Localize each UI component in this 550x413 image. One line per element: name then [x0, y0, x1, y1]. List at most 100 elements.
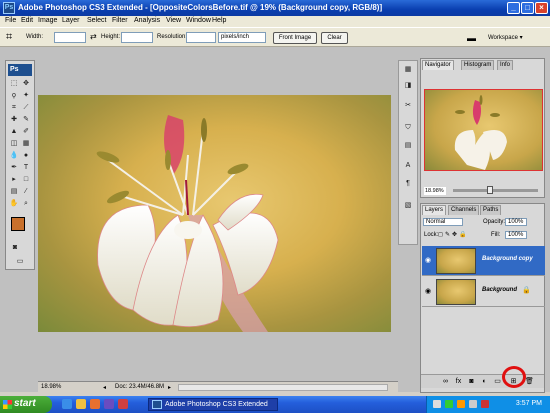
- pen-icon[interactable]: ✒: [9, 163, 19, 173]
- tab-navigator[interactable]: Navigator: [422, 60, 454, 70]
- history-brush-icon[interactable]: ✐: [21, 127, 31, 137]
- gradient-icon[interactable]: ▦: [21, 139, 31, 149]
- stamp-icon[interactable]: ▲: [9, 127, 19, 137]
- layer-row-background[interactable]: ◉ Background 🔒: [422, 277, 545, 307]
- zoom-slider-handle[interactable]: [487, 186, 493, 194]
- tray-security-icon[interactable]: [445, 400, 453, 408]
- navigator-thumbnail[interactable]: [424, 89, 543, 171]
- trash-icon[interactable]: 🗑: [525, 378, 534, 386]
- palette-layercomps-icon[interactable]: ▧: [403, 201, 413, 211]
- palette-brush-icon[interactable]: ▦: [403, 65, 413, 75]
- quick-mask-icon[interactable]: ◙: [10, 243, 20, 253]
- resolution-unit-select[interactable]: pixels/inch: [218, 32, 266, 43]
- fx-icon[interactable]: fx: [454, 378, 463, 386]
- magic-wand-icon[interactable]: ✦: [21, 91, 31, 101]
- tray-update-icon[interactable]: [457, 400, 465, 408]
- lock-icons[interactable]: ◻✎✥🔒: [438, 231, 469, 238]
- height-input[interactable]: [121, 32, 153, 43]
- front-image-button[interactable]: Front Image: [273, 32, 317, 44]
- blend-mode-select[interactable]: Normal: [423, 218, 463, 226]
- hand-icon[interactable]: ✋: [9, 199, 19, 209]
- workspace-icon[interactable]: ▬: [467, 33, 476, 43]
- slice-icon[interactable]: ⟋: [21, 103, 31, 113]
- zoom-icon[interactable]: ⌕: [21, 199, 31, 209]
- maximize-icon[interactable]: □: [521, 2, 534, 14]
- opacity-input[interactable]: 100%: [505, 218, 527, 226]
- tray-network-icon[interactable]: [433, 400, 441, 408]
- menu-help[interactable]: Help: [212, 17, 226, 24]
- healing-brush-icon[interactable]: ✚: [9, 115, 19, 125]
- crop-tool-icon[interactable]: ⌗: [6, 31, 12, 44]
- tab-layers[interactable]: Layers: [422, 205, 447, 215]
- start-button[interactable]: start: [0, 396, 52, 413]
- width-input[interactable]: [54, 32, 86, 43]
- close-icon[interactable]: ×: [535, 2, 548, 14]
- eraser-icon[interactable]: ◫: [9, 139, 19, 149]
- quicklaunch-media-icon[interactable]: [90, 399, 100, 409]
- navigator-zoom-slider[interactable]: [453, 186, 538, 194]
- screen-mode-icon[interactable]: ▭: [12, 257, 28, 267]
- tray-volume-icon[interactable]: [469, 400, 477, 408]
- visibility-eye-icon[interactable]: ◉: [425, 257, 433, 265]
- folder-icon[interactable]: ▭: [493, 378, 502, 386]
- tray-app-icon[interactable]: [481, 400, 489, 408]
- quicklaunch-folder-icon[interactable]: [76, 399, 86, 409]
- zoom-level[interactable]: 18.98%: [41, 384, 61, 390]
- marquee-tool-icon[interactable]: ⬚: [9, 79, 19, 89]
- workspace-menu[interactable]: Workspace ▾: [488, 34, 523, 41]
- navigator-zoom-field[interactable]: 18.98%: [424, 187, 446, 195]
- menu-filter[interactable]: Filter: [112, 17, 128, 24]
- menu-view[interactable]: View: [166, 17, 181, 24]
- notes-icon[interactable]: ▤: [9, 187, 19, 197]
- path-select-icon[interactable]: ▸: [9, 175, 19, 185]
- layer-row-background-copy[interactable]: ◉ Background copy: [422, 246, 545, 276]
- horizontal-scrollbar[interactable]: [178, 384, 388, 391]
- taskbar-photoshop-button[interactable]: Adobe Photoshop CS3 Extended: [148, 398, 278, 411]
- tab-histogram[interactable]: Histogram: [461, 60, 495, 70]
- clear-button[interactable]: Clear: [321, 32, 348, 44]
- menu-window[interactable]: Window: [186, 17, 211, 24]
- brush-icon[interactable]: ✎: [21, 115, 31, 125]
- menu-image[interactable]: Image: [38, 17, 57, 24]
- menu-file[interactable]: File: [5, 17, 16, 24]
- image-canvas[interactable]: [38, 95, 391, 332]
- type-icon[interactable]: T: [21, 163, 31, 173]
- menu-edit[interactable]: Edit: [21, 17, 33, 24]
- crop-icon[interactable]: ⌗: [9, 103, 19, 113]
- shape-icon[interactable]: □: [21, 175, 31, 185]
- blur-icon[interactable]: 💧: [9, 151, 19, 161]
- menu-select[interactable]: Select: [87, 17, 106, 24]
- minimize-icon[interactable]: _: [507, 2, 520, 14]
- lasso-tool-icon[interactable]: ϙ: [9, 91, 19, 101]
- palette-clone-icon[interactable]: ⛉: [403, 123, 413, 133]
- eyedropper-icon[interactable]: ⁄: [21, 187, 31, 197]
- palette-history-icon[interactable]: ▤: [403, 141, 413, 151]
- scroll-left-icon[interactable]: ◂: [103, 384, 106, 391]
- dodge-icon[interactable]: ●: [21, 151, 31, 161]
- quicklaunch-ie-icon[interactable]: [62, 399, 72, 409]
- link-icon[interactable]: ∞: [441, 378, 450, 386]
- menu-layer[interactable]: Layer: [62, 17, 80, 24]
- mask-icon[interactable]: ◙: [467, 378, 476, 386]
- tab-info[interactable]: Info: [497, 60, 514, 70]
- resolution-input[interactable]: [186, 32, 216, 43]
- quicklaunch-app-icon[interactable]: [104, 399, 114, 409]
- move-tool-icon[interactable]: ✥: [21, 79, 31, 89]
- adjustment-icon[interactable]: ◐: [480, 378, 489, 386]
- visibility-eye-icon[interactable]: ◉: [425, 288, 433, 296]
- status-menu-icon[interactable]: ▸: [168, 384, 171, 391]
- swap-icon[interactable]: ⇄: [90, 32, 97, 41]
- photoshop-app-icon[interactable]: Ps: [3, 2, 15, 14]
- ps-logo[interactable]: Ps: [8, 64, 32, 76]
- quicklaunch-app2-icon[interactable]: [118, 399, 128, 409]
- palette-character-icon[interactable]: A: [403, 161, 413, 171]
- tab-paths[interactable]: Paths: [480, 205, 502, 215]
- fill-input[interactable]: 100%: [505, 231, 527, 239]
- palette-tools-icon[interactable]: ✂: [403, 101, 413, 111]
- foreground-color-swatch[interactable]: [11, 217, 25, 231]
- tab-channels[interactable]: Channels: [448, 205, 480, 215]
- palette-paragraph-icon[interactable]: ¶: [403, 179, 413, 189]
- palette-swatches-icon[interactable]: ◨: [403, 81, 413, 91]
- menu-analysis[interactable]: Analysis: [134, 17, 160, 24]
- clock[interactable]: 3:57 PM: [516, 400, 542, 407]
